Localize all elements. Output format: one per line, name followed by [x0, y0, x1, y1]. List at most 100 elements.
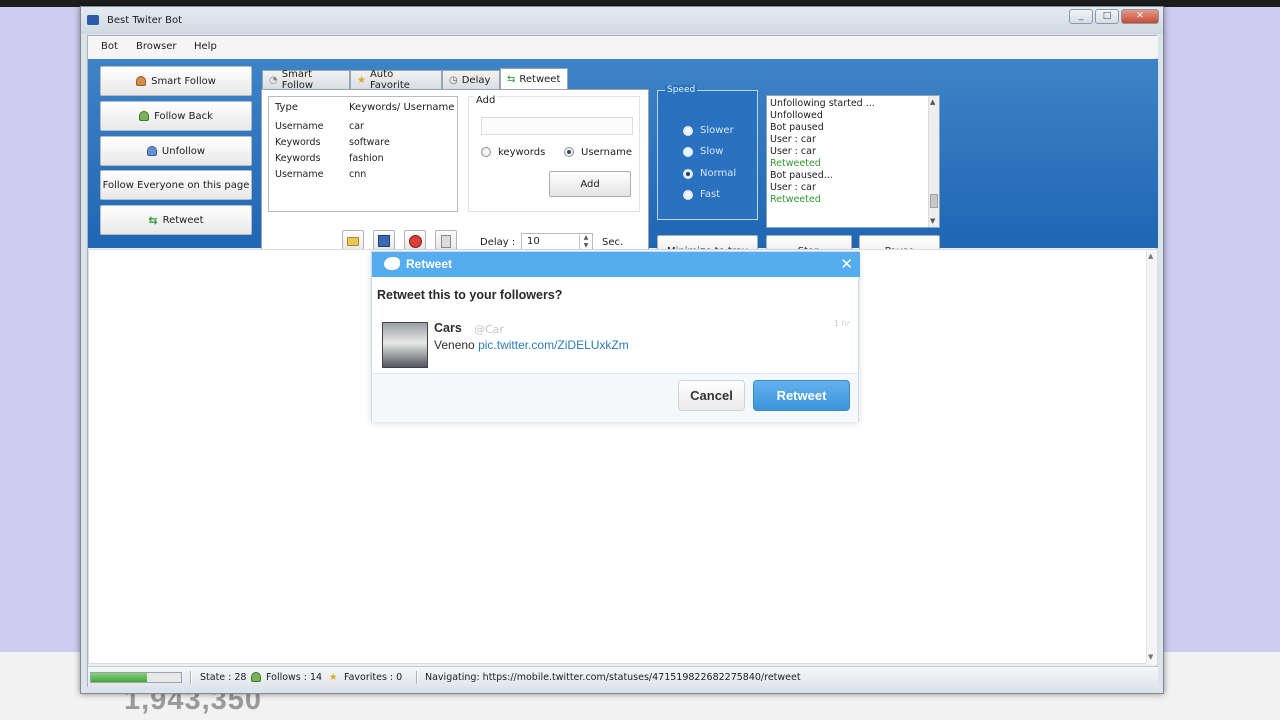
status-favorites: Favorites : 0 — [344, 672, 403, 683]
add-button[interactable]: Add — [549, 171, 631, 197]
username-radio[interactable] — [564, 147, 574, 157]
tab-auto-favorite-label: Auto Favorite — [369, 69, 410, 91]
speed-slower-radio[interactable] — [683, 126, 693, 136]
log-line: User : car — [770, 146, 816, 157]
minimize-icon[interactable]: _ — [1069, 9, 1093, 24]
unfollow-button[interactable]: Unfollow — [100, 136, 252, 166]
unfollow-label: Unfollow — [161, 145, 206, 157]
retweet-side-button[interactable]: ⇆ Retweet — [100, 205, 252, 235]
follow-back-label: Follow Back — [154, 110, 213, 122]
close-icon[interactable]: ✕ — [840, 255, 853, 273]
control-panel: Smart Follow Follow Back Unfollow Follow… — [88, 59, 1158, 269]
tab-delay[interactable]: ◷ Delay — [442, 70, 500, 89]
delay-unit: Sec. — [602, 237, 624, 248]
follow-back-button[interactable]: Follow Back — [100, 101, 252, 131]
star-icon: ★ — [357, 74, 366, 86]
speed-normal-radio[interactable] — [683, 169, 693, 179]
dialog-question: Retweet this to your followers? — [377, 288, 563, 302]
tab-auto-favorite[interactable]: ★ Auto Favorite — [350, 69, 442, 91]
keywords-radio[interactable] — [481, 147, 491, 157]
tweet-author-handle[interactable]: @Car — [474, 323, 504, 336]
tab-smart-follow[interactable]: ◔ Smart Follow — [262, 69, 350, 91]
keywords-list[interactable]: Type Keywords/ Username Username car Key… — [268, 96, 458, 212]
smart-follow-button[interactable]: Smart Follow — [100, 66, 252, 96]
scroll-down-icon[interactable]: ▼ — [930, 217, 935, 225]
speed-normal-label: Normal — [700, 168, 737, 179]
retweet-icon: ⇆ — [148, 213, 158, 227]
delay-spinner[interactable]: ▲ ▼ — [579, 234, 592, 250]
smart-follow-label: Smart Follow — [151, 75, 216, 87]
tweet-timestamp: 1 hr — [834, 319, 850, 328]
retweet-dialog: Retweet ✕ Retweet this to your followers… — [371, 251, 860, 422]
embedded-browser[interactable]: Retweet ✕ Retweet this to your followers… — [88, 249, 1158, 665]
tab-retweet-label: Retweet — [519, 73, 561, 85]
log-line: Unfollowed — [770, 110, 823, 121]
retweet-side-label: Retweet — [162, 214, 204, 226]
title-bar[interactable]: Best Twiter Bot _ □ ✕ — [81, 7, 1163, 34]
scroll-up-icon[interactable]: ▲ — [1148, 252, 1153, 260]
row-value[interactable]: software — [349, 137, 390, 148]
status-separator — [416, 671, 418, 684]
browser-scrollbar[interactable]: ▲ ▼ — [1146, 250, 1157, 665]
dialog-title: Retweet — [406, 257, 453, 271]
column-keywords[interactable]: Keywords/ Username — [349, 102, 454, 113]
row-value[interactable]: fashion — [349, 153, 384, 164]
row-type[interactable]: Keywords — [275, 137, 321, 148]
page-icon — [441, 234, 451, 248]
speed-legend: Speed — [665, 85, 698, 95]
retweet-button[interactable]: Retweet — [753, 380, 850, 411]
row-value[interactable]: car — [349, 121, 364, 132]
tab-retweet[interactable]: ⇆ Retweet — [500, 68, 568, 89]
menu-bot[interactable]: Bot — [101, 41, 118, 52]
window-controls: _ □ ✕ — [1069, 9, 1159, 24]
speed-slow-label: Slow — [700, 146, 724, 157]
progress-fill — [91, 673, 147, 682]
tweet-avatar[interactable] — [382, 322, 428, 368]
row-type[interactable]: Username — [275, 169, 323, 180]
tweet-author-name[interactable]: Cars — [434, 321, 462, 335]
follow-everyone-button[interactable]: Follow Everyone on this page — [100, 170, 252, 200]
dialog-header: Retweet ✕ — [372, 252, 860, 277]
column-type[interactable]: Type — [275, 102, 298, 113]
log-line: User : car — [770, 182, 816, 193]
maximize-icon[interactable]: □ — [1095, 9, 1119, 24]
menu-browser[interactable]: Browser — [136, 41, 177, 52]
log-line: Bot paused... — [770, 170, 833, 181]
log-line: Retweeted — [770, 158, 821, 169]
tab-smart-follow-label: Smart Follow — [281, 69, 314, 91]
activity-log[interactable]: Unfollowing started ... Unfollowed Bot p… — [766, 95, 940, 228]
progress-bar — [90, 672, 182, 683]
delete-icon — [408, 234, 422, 248]
tweet-link[interactable]: pic.twitter.com/ZiDELUxkZm — [478, 338, 629, 352]
user-icon — [251, 672, 261, 685]
menu-help[interactable]: Help — [194, 41, 217, 52]
cancel-button[interactable]: Cancel — [678, 380, 745, 411]
twitter-bird-icon — [384, 257, 400, 270]
status-bar: State : 28 Follows : 14 ★ Favorites : 0 … — [88, 666, 1158, 687]
retweet-tab-panel: Type Keywords/ Username Username car Key… — [261, 89, 649, 269]
add-keyword-input[interactable] — [481, 117, 633, 135]
log-line: Bot paused — [770, 122, 824, 133]
speed-fast-radio[interactable] — [683, 190, 693, 200]
add-group: Add keywords Username Add — [468, 95, 640, 212]
tweet-text: Veneno pic.twitter.com/ZiDELUxkZm — [434, 338, 629, 352]
app-window: Best Twiter Bot _ □ ✕ Bot Browser Help S… — [80, 6, 1164, 694]
add-group-label: Add — [474, 95, 498, 106]
dialog-footer: Cancel Retweet — [372, 373, 858, 422]
log-scrollbar[interactable]: ▲ ▼ — [928, 96, 939, 227]
star-icon: ★ — [329, 672, 338, 683]
row-value[interactable]: cnn — [349, 169, 366, 180]
speed-slower-label: Slower — [700, 125, 734, 136]
row-type[interactable]: Keywords — [275, 153, 321, 164]
close-icon[interactable]: ✕ — [1121, 9, 1159, 24]
speed-slow-radio[interactable] — [683, 147, 693, 157]
row-type[interactable]: Username — [275, 121, 323, 132]
scroll-down-icon[interactable]: ▼ — [1148, 653, 1153, 661]
speed-fast-label: Fast — [700, 189, 721, 200]
speed-group: Speed Slower Slow Normal Fast — [657, 85, 758, 220]
follow-everyone-label: Follow Everyone on this page — [102, 179, 250, 191]
log-line: Retweeted — [770, 194, 821, 205]
log-scroll-thumb[interactable] — [930, 194, 938, 208]
scroll-up-icon[interactable]: ▲ — [930, 98, 935, 106]
user-icon — [146, 146, 157, 156]
